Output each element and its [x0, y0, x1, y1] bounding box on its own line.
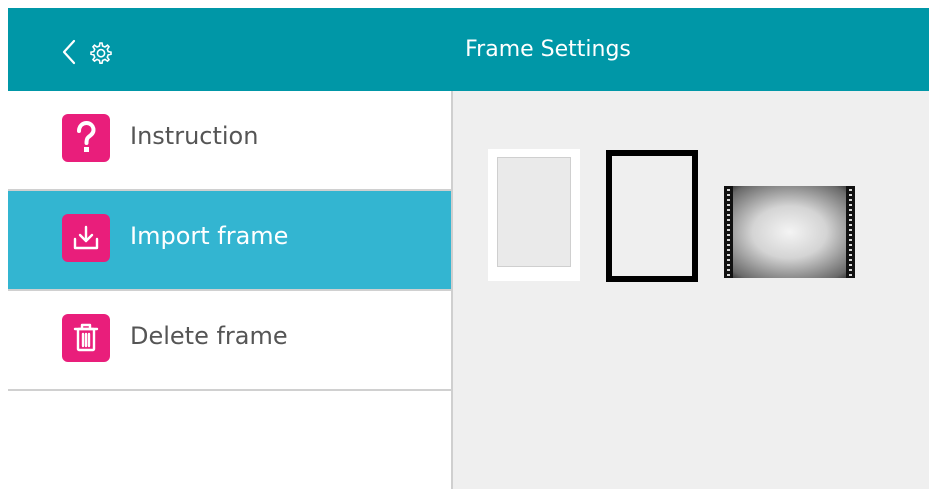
download-icon: [62, 214, 110, 262]
film-sprocket-hole: [727, 189, 730, 191]
film-sprocket-hole: [727, 224, 730, 226]
film-sprocket-hole: [849, 189, 852, 191]
film-sprocket-hole: [849, 244, 852, 246]
film-sprocket-hole: [727, 274, 730, 276]
frame-settings-screen: Frame Settings Instruction Import frame …: [8, 8, 929, 489]
menu-item-import-frame[interactable]: Import frame: [8, 191, 451, 291]
frame-thumbnail-film[interactable]: [724, 186, 855, 278]
menu-item-delete-frame[interactable]: Delete frame: [8, 291, 451, 391]
header-bar: Frame Settings: [8, 8, 929, 91]
question-icon: [62, 114, 110, 162]
sidebar-menu: Instruction Import frame Delete frame: [8, 91, 453, 489]
film-sprocket-hole: [849, 209, 852, 211]
film-sprocket-hole: [849, 249, 852, 251]
film-sprocket-hole: [849, 269, 852, 271]
film-sprocket-hole: [727, 269, 730, 271]
film-sprocket-hole: [727, 214, 730, 216]
film-sprocket-hole: [727, 249, 730, 251]
film-sprocket-hole: [727, 254, 730, 256]
menu-label-instruction: Instruction: [130, 122, 259, 150]
film-sprocket-hole: [727, 244, 730, 246]
film-sprocket-hole: [849, 259, 852, 261]
film-sprocket-hole: [849, 204, 852, 206]
film-sprocket-hole: [849, 214, 852, 216]
film-sprocket-hole: [727, 229, 730, 231]
film-sprocket-hole: [849, 264, 852, 266]
film-sprocket-hole: [727, 234, 730, 236]
frame-thumbnail-black[interactable]: [606, 150, 698, 282]
film-sprocket-hole: [727, 199, 730, 201]
menu-label-import-frame: Import frame: [130, 222, 289, 250]
trash-icon: [62, 314, 110, 362]
film-sprocket-hole: [727, 209, 730, 211]
film-sprocket-hole: [849, 224, 852, 226]
film-sprocket-hole: [849, 194, 852, 196]
film-sprocket-hole: [849, 254, 852, 256]
film-sprocket-hole: [727, 264, 730, 266]
film-strip-right: [846, 186, 855, 278]
page-title: Frame Settings: [465, 37, 631, 62]
film-sprocket-hole: [727, 259, 730, 261]
menu-label-delete-frame: Delete frame: [130, 322, 288, 350]
film-strip-left: [724, 186, 733, 278]
film-sprocket-hole: [727, 204, 730, 206]
film-sprocket-hole: [849, 274, 852, 276]
film-sprocket-hole: [727, 219, 730, 221]
film-sprocket-hole: [727, 194, 730, 196]
film-sprocket-hole: [849, 229, 852, 231]
film-sprocket-hole: [727, 239, 730, 241]
frame-photo-area: [497, 157, 571, 267]
frame-thumbnail-white[interactable]: [488, 149, 580, 281]
film-sprocket-hole: [849, 199, 852, 201]
film-sprocket-hole: [849, 234, 852, 236]
menu-item-instruction[interactable]: Instruction: [8, 91, 451, 191]
film-sprocket-hole: [849, 239, 852, 241]
film-sprocket-hole: [849, 219, 852, 221]
